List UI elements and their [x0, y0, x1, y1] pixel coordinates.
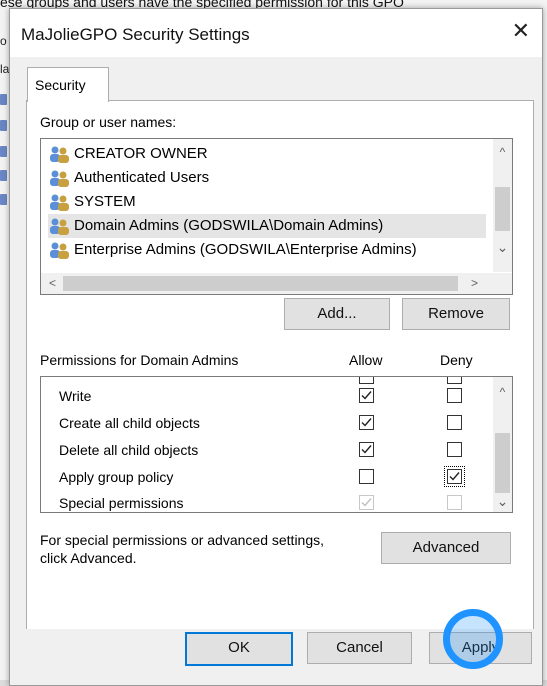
- ok-button[interactable]: OK: [185, 632, 293, 666]
- permissions-list: Write Create all child objects Delete al…: [40, 376, 513, 513]
- dialog-title: MaJolieGPO Security Settings: [21, 25, 250, 44]
- group-user-label: Group or user names:: [40, 114, 177, 130]
- scrollbar-thumb[interactable]: [495, 433, 510, 493]
- permission-name: Write: [59, 388, 92, 404]
- user-name: Domain Admins (GODSWILA\Domain Admins): [74, 217, 384, 234]
- checkmark-icon: [361, 445, 372, 454]
- close-icon[interactable]: ✕: [512, 20, 530, 42]
- list-item[interactable]: Authenticated Users: [48, 166, 486, 190]
- user-icon: [0, 94, 7, 105]
- scroll-down-icon[interactable]: ⌄: [493, 493, 512, 510]
- mouse-click-indicator-icon: [443, 609, 503, 669]
- user-group-icon: [50, 146, 69, 163]
- security-settings-dialog: MaJolieGPO Security Settings ✕ Security …: [9, 8, 543, 686]
- allow-checkbox[interactable]: [359, 469, 374, 484]
- checkmark-icon: [361, 418, 372, 427]
- deny-checkbox[interactable]: [447, 469, 462, 484]
- deny-checkbox-disabled: [447, 495, 462, 510]
- user-icon: [0, 170, 7, 181]
- permission-name: Create all child objects: [59, 415, 200, 431]
- cancel-button[interactable]: Cancel: [307, 632, 412, 664]
- user-icon: [0, 146, 7, 157]
- allow-checkbox[interactable]: [359, 442, 374, 457]
- advanced-note-line1: For special permissions or advanced sett…: [40, 532, 325, 548]
- user-list-vertical-scrollbar[interactable]: ^ ⌄: [493, 139, 512, 272]
- scroll-right-icon[interactable]: >: [465, 276, 484, 290]
- permission-name: Apply group policy: [59, 469, 174, 485]
- permission-name: Delete all child objects: [59, 442, 199, 458]
- user-name: SYSTEM: [74, 193, 136, 210]
- allow-checkbox[interactable]: [359, 377, 374, 384]
- advanced-note-line2: click Advanced.: [40, 550, 137, 566]
- deny-checkbox[interactable]: [447, 388, 462, 403]
- checkmark-icon: [449, 472, 460, 481]
- checkmark-icon: [361, 391, 372, 400]
- scroll-up-icon[interactable]: ^: [493, 385, 512, 399]
- user-name: Authenticated Users: [74, 169, 210, 186]
- background-letter: o: [0, 34, 7, 48]
- allow-header: Allow: [349, 352, 383, 368]
- user-name: Enterprise Admins (GODSWILA\Enterprise A…: [74, 241, 417, 258]
- tab-security[interactable]: Security: [27, 67, 109, 102]
- user-list[interactable]: CREATOR OWNER Authenticated Users SYSTEM…: [40, 138, 513, 295]
- scrollbar-thumb[interactable]: [495, 187, 510, 231]
- permissions-label: Permissions for Domain Admins: [40, 352, 239, 368]
- permissions-vertical-scrollbar[interactable]: ^ ⌄: [493, 377, 512, 512]
- user-icon: [0, 194, 7, 205]
- user-name: CREATOR OWNER: [74, 145, 208, 162]
- title-bar: MaJolieGPO Security Settings ✕: [10, 9, 542, 57]
- tab-label: Security: [35, 77, 86, 93]
- user-group-icon: [50, 170, 69, 187]
- list-item[interactable]: Enterprise Admins (GODSWILA\Enterprise A…: [48, 238, 486, 262]
- scroll-up-icon[interactable]: ^: [493, 145, 512, 159]
- user-group-icon: [50, 218, 69, 235]
- allow-checkbox-disabled: [359, 495, 374, 510]
- user-group-icon: [50, 194, 69, 211]
- checkmark-icon: [361, 498, 372, 507]
- security-panel: Group or user names: CREATOR OWNER Authe…: [26, 100, 534, 672]
- remove-button[interactable]: Remove: [402, 298, 510, 330]
- user-list-horizontal-scrollbar[interactable]: < >: [41, 273, 512, 294]
- allow-checkbox[interactable]: [359, 415, 374, 430]
- scroll-left-icon[interactable]: <: [43, 276, 62, 290]
- deny-checkbox[interactable]: [447, 377, 462, 384]
- list-item[interactable]: CREATOR OWNER: [48, 142, 486, 166]
- advanced-button[interactable]: Advanced: [381, 532, 511, 564]
- add-button[interactable]: Add...: [284, 298, 390, 330]
- user-group-icon: [50, 242, 69, 259]
- scroll-down-icon[interactable]: ⌄: [493, 239, 512, 256]
- background-letter: la: [0, 62, 10, 76]
- list-item-selected[interactable]: Domain Admins (GODSWILA\Domain Admins): [48, 214, 486, 238]
- deny-checkbox[interactable]: [447, 415, 462, 430]
- scrollbar-thumb[interactable]: [63, 276, 458, 291]
- allow-checkbox[interactable]: [359, 388, 374, 403]
- list-item[interactable]: SYSTEM: [48, 190, 486, 214]
- user-icon: [0, 120, 7, 131]
- deny-checkbox[interactable]: [447, 442, 462, 457]
- deny-header: Deny: [440, 352, 473, 368]
- permission-name: Special permissions: [59, 495, 184, 511]
